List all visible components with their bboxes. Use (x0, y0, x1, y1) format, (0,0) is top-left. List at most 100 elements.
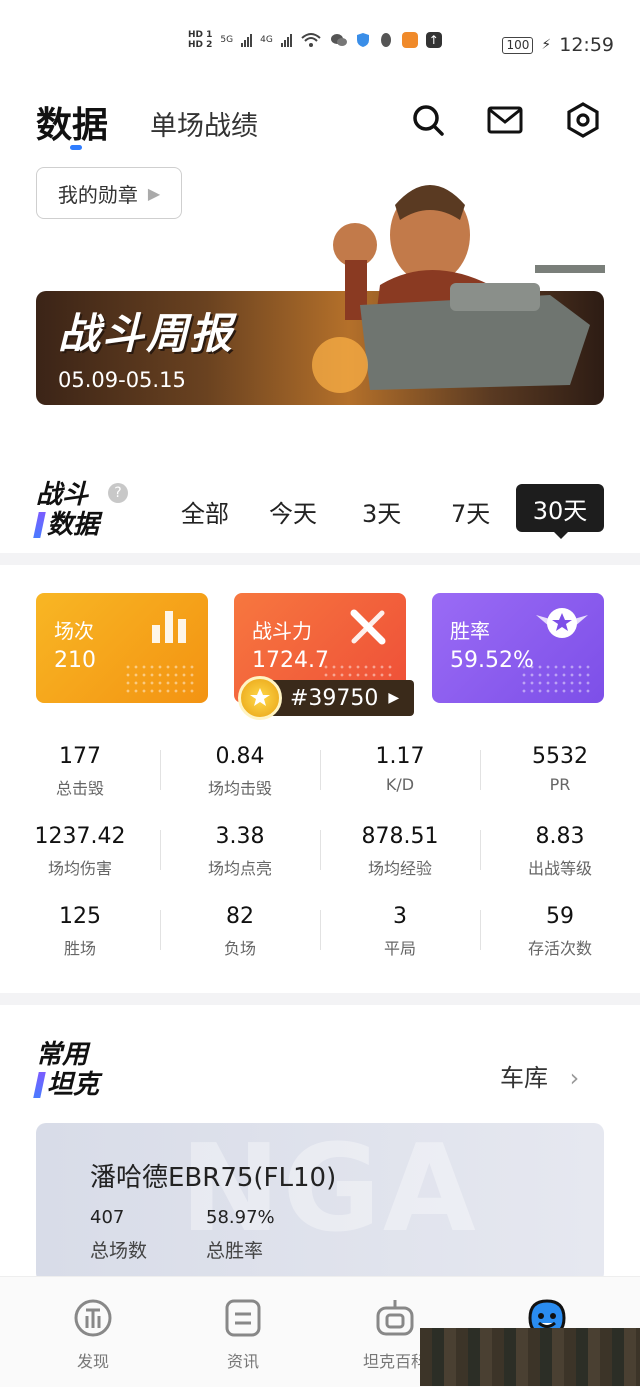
stat-label: K/D (385, 775, 415, 794)
game-app-icon (401, 32, 418, 48)
column-divider (480, 830, 481, 870)
clock: 12:59 (559, 34, 614, 56)
filter-3-days[interactable]: 3天 (362, 494, 401, 529)
wifi-icon (301, 33, 321, 47)
sim-indicator: HD 1 HD 2 (188, 30, 213, 50)
column-divider (320, 910, 321, 950)
column-divider (480, 750, 481, 790)
stat-label: PR (549, 775, 571, 794)
upload-icon: ↑ (425, 32, 442, 48)
battles-value: 210 (54, 648, 96, 673)
stat-value: 8.83 (535, 824, 585, 849)
win-rate-card[interactable]: 胜率 59.52% (432, 593, 604, 703)
help-icon[interactable]: ? (108, 483, 128, 503)
tank-commander-illustration (312, 185, 605, 393)
mail-icon[interactable] (485, 100, 525, 140)
column-divider (320, 830, 321, 870)
win-rate-label: 胜率 (450, 619, 490, 643)
status-bar: HD 1 HD 2 5G 4G ↑ 100 ⚡ 12:59 (0, 0, 640, 92)
chevron-right-icon: › (569, 1064, 580, 1092)
active-filter-pointer (553, 531, 569, 539)
stat-value: 125 (59, 904, 101, 929)
combat-power-value: 1724.7 (252, 648, 329, 673)
battle-data-title: 战斗 数据 (33, 480, 99, 540)
stat-item: 878.51 场均经验 (320, 824, 480, 879)
decor-dots (520, 663, 590, 693)
filter-today[interactable]: 今天 (269, 494, 317, 529)
star-badge-icon (536, 608, 588, 638)
qq-icon (380, 33, 391, 47)
signal-icon-2 (280, 33, 292, 47)
stat-item: 1.17 K/D (320, 744, 480, 794)
page-title[interactable]: 数据 (36, 96, 108, 148)
tank-battles-label: 总场数 (90, 1240, 148, 1262)
active-tab-indicator (70, 145, 82, 150)
tank-battles-value: 407 (90, 1207, 125, 1228)
battles-card[interactable]: 场次 210 (36, 593, 208, 703)
section-accent-bar (33, 1072, 46, 1098)
stat-item: 3 平局 (320, 904, 480, 959)
shield-icon (356, 33, 369, 47)
status-right: 100 ⚡ 12:59 (502, 34, 614, 56)
stat-item: 8.83 出战等级 (480, 824, 640, 879)
tab-single-battle[interactable]: 单场战绩 (150, 104, 258, 143)
tank-winrate-label: 总胜率 (206, 1240, 264, 1262)
stat-label: 场均伤害 (47, 859, 112, 878)
stat-value: 1.17 (375, 744, 425, 769)
tank-name: 潘哈德EBR75(FL10) (90, 1163, 337, 1193)
tank-winrate-value: 58.97% (206, 1207, 275, 1228)
section-accent-bar (33, 512, 46, 538)
stat-value: 878.51 (361, 824, 439, 849)
charging-icon: ⚡ (541, 37, 552, 53)
stat-label: 平局 (383, 939, 416, 958)
column-divider (160, 750, 161, 790)
discover-icon (74, 1299, 112, 1337)
section-divider (0, 553, 640, 565)
wechat-icon (330, 34, 347, 46)
battles-label: 场次 (54, 619, 94, 643)
stat-label: 胜场 (63, 939, 96, 958)
garage-link[interactable]: 车库 › (500, 1058, 579, 1093)
stat-label: 场均击毁 (207, 779, 272, 798)
column-divider (160, 910, 161, 950)
news-icon (225, 1299, 261, 1337)
column-divider (480, 910, 481, 950)
filter-30-days[interactable]: 30天 (516, 484, 604, 532)
stat-label: 总击毁 (55, 779, 104, 798)
stat-value: 1237.42 (34, 824, 126, 849)
common-tanks-title: 常用 坦克 (33, 1040, 99, 1100)
stat-label: 存活次数 (527, 939, 592, 958)
stat-item: 0.84 场均击毁 (160, 744, 320, 799)
column-divider (160, 830, 161, 870)
stat-item: 5532 PR (480, 744, 640, 794)
network-type-1: 5G (220, 35, 234, 45)
column-divider (320, 750, 321, 790)
banner-date: 05.09-05.15 (58, 368, 186, 392)
rank-value: #39750 (290, 685, 379, 711)
pixelated-overlay (420, 1328, 640, 1386)
play-arrow-icon: ▶ (388, 690, 400, 706)
crossed-swords-icon (350, 609, 386, 645)
rank-badge[interactable]: #39750 ▶ (238, 676, 414, 720)
stat-value: 3.38 (215, 824, 265, 849)
nav-news[interactable]: 资讯 (188, 1298, 298, 1372)
filter-7-days[interactable]: 7天 (451, 494, 490, 529)
stat-label: 负场 (223, 939, 256, 958)
stat-item: 125 胜场 (0, 904, 160, 959)
settings-icon[interactable] (563, 100, 603, 140)
my-medals-label: 我的勋章 (57, 182, 138, 207)
stat-value: 3 (393, 904, 407, 929)
nav-discover[interactable]: 发现 (38, 1298, 148, 1372)
stat-item: 59 存活次数 (480, 904, 640, 959)
stat-item: 82 负场 (160, 904, 320, 959)
stat-label: 场均经验 (367, 859, 432, 878)
status-left: HD 1 HD 2 5G 4G ↑ (188, 30, 442, 50)
my-medals-button[interactable]: 我的勋章 ▶ (36, 167, 182, 219)
search-icon[interactable] (408, 100, 448, 140)
rank-medal-icon (238, 676, 282, 720)
battery-icon: 100 (502, 36, 534, 54)
filter-all[interactable]: 全部 (181, 494, 229, 529)
stat-item: 1237.42 场均伤害 (0, 824, 160, 879)
tank-wiki-icon (376, 1300, 414, 1336)
section-divider (0, 993, 640, 1005)
